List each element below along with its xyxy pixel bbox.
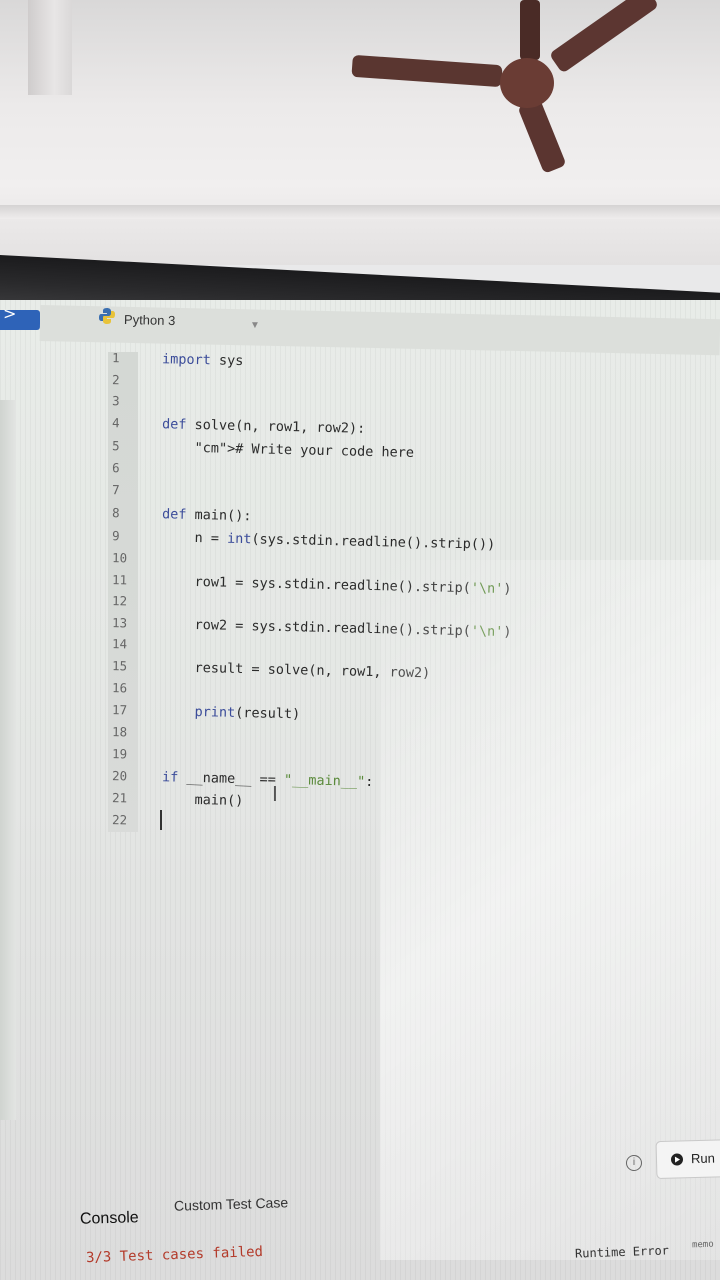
ceiling-background <box>0 0 720 265</box>
code-line[interactable]: 18 <box>108 724 162 747</box>
run-button-label: Run <box>690 1150 716 1167</box>
code-text: n = int(sys.stdin.readline().strip()) <box>161 529 496 553</box>
code-line[interactable]: 6 <box>108 460 162 483</box>
line-number: 1 <box>111 350 120 366</box>
code-line[interactable]: 22 <box>108 812 162 835</box>
play-icon <box>670 1153 684 1166</box>
code-text: main() <box>161 791 244 810</box>
code-line[interactable]: 16 <box>108 680 162 703</box>
line-number: 11 <box>111 572 128 588</box>
code-text: result = solve(n, row1, row2) <box>161 659 431 682</box>
line-number: 14 <box>111 636 128 652</box>
code-line[interactable]: 10 <box>108 550 162 573</box>
code-line[interactable]: 3 <box>108 393 162 416</box>
code-text: row2 = sys.stdin.readline().strip('\n') <box>161 616 512 641</box>
line-number: 13 <box>111 615 128 631</box>
mouse-ibeam-cursor: I <box>272 782 278 806</box>
code-line[interactable]: 7 <box>108 482 162 505</box>
chevron-right-icon: > <box>3 304 17 323</box>
line-number: 18 <box>111 724 128 740</box>
line-number: 4 <box>111 415 120 431</box>
code-text: import sys <box>161 351 244 370</box>
chevron-down-icon[interactable]: ▼ <box>250 320 260 331</box>
run-button[interactable]: Run <box>655 1138 720 1180</box>
code-line[interactable]: 9 n = int(sys.stdin.readline().strip()) <box>108 528 496 559</box>
line-number: 21 <box>111 790 128 806</box>
memory-label: memo <box>691 1239 714 1251</box>
line-number: 8 <box>111 505 120 521</box>
info-icon[interactable]: i <box>626 1155 642 1171</box>
code-text: print(result) <box>194 703 301 723</box>
text-cursor <box>160 810 162 830</box>
python-icon <box>99 308 115 324</box>
line-number: 2 <box>111 372 120 388</box>
language-selector[interactable]: Python 3 <box>124 312 176 328</box>
code-text: "cm"># Write your code here <box>194 439 415 461</box>
code-text: if __name__ == "__main__": <box>161 769 374 791</box>
code-text: row1 = sys.stdin.readline().strip('\n') <box>161 573 512 598</box>
line-number: 12 <box>111 593 128 609</box>
code-text: def solve(n, row1, row2): <box>161 416 366 437</box>
line-number: 3 <box>111 393 120 409</box>
tab-console[interactable]: Console <box>80 1209 139 1229</box>
line-number: 9 <box>111 528 120 544</box>
line-number: 22 <box>111 812 128 828</box>
ceiling-fan-hub <box>500 58 554 108</box>
code-line[interactable]: 8 def main(): <box>108 505 252 530</box>
code-line[interactable]: 12 <box>108 593 162 616</box>
line-number: 10 <box>111 550 128 566</box>
ceiling-fan-rod <box>520 0 540 60</box>
line-number: 7 <box>111 482 120 498</box>
code-line[interactable]: 1 import sys <box>108 350 244 375</box>
code-line[interactable]: 19 <box>108 746 162 769</box>
line-number: 19 <box>111 746 128 762</box>
line-number: 15 <box>111 658 128 674</box>
code-line[interactable]: 13 row2 = sys.stdin.readline().strip('\n… <box>108 615 512 646</box>
code-editor[interactable]: 1 import sys 2 3 4 def solve(n, row1, row2): 5… <box>108 350 708 840</box>
line-number: 20 <box>111 768 128 784</box>
code-line[interactable]: 21 main() <box>108 790 244 815</box>
line-number: 17 <box>111 702 128 718</box>
line-number: 16 <box>111 680 128 696</box>
code-line[interactable]: 2 <box>108 372 162 395</box>
line-number: 5 <box>111 438 120 454</box>
code-line[interactable]: 11 row1 = sys.stdin.readline().strip('\n… <box>108 572 512 603</box>
code-line[interactable]: 14 <box>108 636 162 659</box>
line-number: 6 <box>111 460 120 476</box>
code-text: def main(): <box>161 506 252 525</box>
wall-corner <box>28 0 72 95</box>
ceiling-beam <box>0 205 720 219</box>
left-panel-edge <box>0 400 16 1120</box>
